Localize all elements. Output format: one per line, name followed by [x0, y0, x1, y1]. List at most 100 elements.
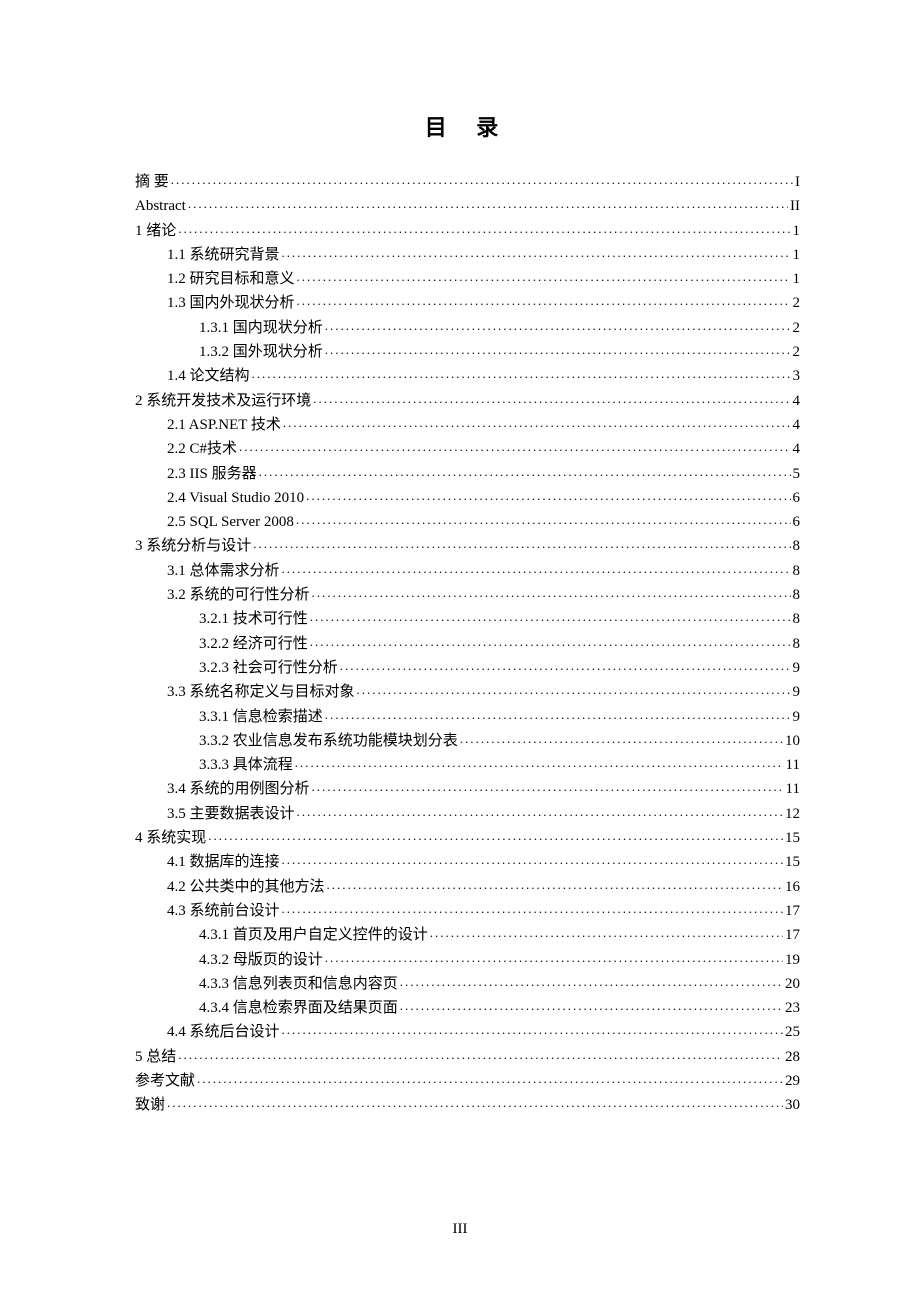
toc-entry-label: 5 总结	[135, 1045, 176, 1069]
toc-entry-page: 1	[793, 219, 801, 243]
toc-entry-page: 17	[785, 923, 800, 947]
toc-entry-label: 4.3.2 母版页的设计	[199, 948, 323, 972]
toc-entry-page: 2	[793, 291, 801, 315]
toc-entry-page: 2	[793, 316, 801, 340]
toc-entry-page: 11	[786, 753, 800, 777]
toc-entry-page: 4	[793, 389, 801, 413]
toc-leader	[208, 824, 783, 848]
toc-leader	[178, 217, 790, 241]
toc-entry-page: 1	[793, 267, 801, 291]
toc-entry: 3.4 系统的用例图分析11	[135, 777, 800, 801]
toc-entry-label: 4.3.1 首页及用户自定义控件的设计	[199, 923, 428, 947]
toc-entry-page: 16	[785, 875, 800, 899]
toc-entry-label: 3.3 系统名称定义与目标对象	[167, 680, 355, 704]
toc-entry-label: 3.3.1 信息检索描述	[199, 705, 323, 729]
toc-entry-page: 15	[785, 826, 800, 850]
toc-entry: 2 系统开发技术及运行环境 4	[135, 389, 800, 413]
toc-entry-label: 1.3.1 国内现状分析	[199, 316, 323, 340]
toc-leader	[283, 411, 791, 435]
toc-entry-page: 4	[793, 437, 801, 461]
toc-leader	[297, 800, 783, 824]
toc-leader	[325, 314, 791, 338]
toc-entry-label: 2.2 C#技术	[167, 437, 237, 461]
toc-leader	[295, 751, 784, 775]
toc-container: 摘 要IAbstractII1 绪论11.1 系统研究背景11.2 研究目标和意…	[135, 170, 800, 1118]
toc-entry: 1.3.1 国内现状分析 2	[135, 316, 800, 340]
toc-entry: 4.3.4 信息检索界面及结果页面23	[135, 996, 800, 1020]
toc-entry-label: 1.2 研究目标和意义	[167, 267, 295, 291]
toc-entry-label: 3.2.2 经济可行性	[199, 632, 308, 656]
toc-leader	[282, 897, 783, 921]
toc-entry: 4.3 系统前台设计17	[135, 899, 800, 923]
toc-leader	[252, 362, 791, 386]
toc-entry-label: 3.2.3 社会可行性分析	[199, 656, 338, 680]
toc-entry-label: 4.1 数据库的连接	[167, 850, 280, 874]
toc-entry-label: 3 系统分析与设计	[135, 534, 251, 558]
toc-entry-page: 25	[785, 1020, 800, 1044]
toc-entry-label: 4.3.3 信息列表页和信息内容页	[199, 972, 398, 996]
toc-entry-page: 19	[785, 948, 800, 972]
toc-entry: 致谢30	[135, 1093, 800, 1117]
toc-leader	[400, 970, 783, 994]
toc-leader	[313, 387, 790, 411]
toc-entry-label: 1.1 系统研究背景	[167, 243, 280, 267]
toc-entry-label: 1.3.2 国外现状分析	[199, 340, 323, 364]
toc-leader	[400, 994, 783, 1018]
toc-entry-page: 17	[785, 899, 800, 923]
toc-entry: 4.3.2 母版页的设计 19	[135, 948, 800, 972]
toc-entry-page: 1	[793, 243, 801, 267]
toc-entry: 3 系统分析与设计8	[135, 534, 800, 558]
toc-entry-page: 12	[785, 802, 800, 826]
toc-leader	[167, 1091, 783, 1115]
toc-leader	[357, 678, 791, 702]
toc-entry: 4 系统实现15	[135, 826, 800, 850]
toc-entry-label: 3.3.2 农业信息发布系统功能模块划分表	[199, 729, 458, 753]
toc-entry: 4.1 数据库的连接15	[135, 850, 800, 874]
toc-title: 目 录	[135, 110, 800, 142]
toc-leader	[178, 1043, 783, 1067]
toc-entry-page: 3	[793, 364, 801, 388]
toc-leader	[197, 1067, 783, 1091]
toc-leader	[306, 484, 790, 508]
toc-leader	[188, 192, 788, 216]
toc-entry-page: II	[790, 194, 800, 218]
toc-entry-page: 8	[793, 607, 801, 631]
toc-entry-page: 5	[793, 462, 801, 486]
toc-entry-label: 2 系统开发技术及运行环境	[135, 389, 311, 413]
toc-entry-label: 致谢	[135, 1093, 165, 1117]
toc-entry-label: 2.5 SQL Server 2008	[167, 510, 294, 534]
toc-entry: 1.4 论文结构3	[135, 364, 800, 388]
toc-entry: 2.5 SQL Server 2008 6	[135, 510, 800, 534]
toc-entry-label: 1.3 国内外现状分析	[167, 291, 295, 315]
toc-entry: 1 绪论1	[135, 219, 800, 243]
toc-entry: 3.5 主要数据表设计12	[135, 802, 800, 826]
toc-leader	[460, 727, 783, 751]
toc-leader	[171, 168, 793, 192]
toc-entry: 2.4 Visual Studio 20106	[135, 486, 800, 510]
toc-entry-page: 6	[793, 510, 801, 534]
toc-entry-page: 8	[793, 559, 801, 583]
toc-entry-page: 10	[785, 729, 800, 753]
toc-entry: 1.2 研究目标和意义 1	[135, 267, 800, 291]
toc-entry: 3.2.2 经济可行性8	[135, 632, 800, 656]
toc-leader	[340, 654, 791, 678]
toc-entry-label: 2.3 IIS 服务器	[167, 462, 257, 486]
toc-entry: 4.4 系统后台设计 25	[135, 1020, 800, 1044]
toc-leader	[312, 775, 784, 799]
toc-entry-page: 23	[785, 996, 800, 1020]
toc-entry-label: 3.1 总体需求分析	[167, 559, 280, 583]
toc-entry-page: 6	[793, 486, 801, 510]
toc-entry: 3.2.3 社会可行性分析 9	[135, 656, 800, 680]
toc-entry-page: 20	[785, 972, 800, 996]
toc-entry: 3.3.3 具体流程11	[135, 753, 800, 777]
toc-entry: 参考文献29	[135, 1069, 800, 1093]
toc-entry-page: 9	[793, 680, 801, 704]
toc-entry-label: 摘 要	[135, 170, 169, 194]
toc-leader	[297, 289, 791, 313]
toc-leader	[297, 265, 791, 289]
toc-entry: 2.2 C#技术 4	[135, 437, 800, 461]
toc-leader	[310, 630, 791, 654]
toc-entry-page: 9	[793, 656, 801, 680]
toc-entry-label: 4.4 系统后台设计	[167, 1020, 280, 1044]
toc-leader	[282, 241, 791, 265]
